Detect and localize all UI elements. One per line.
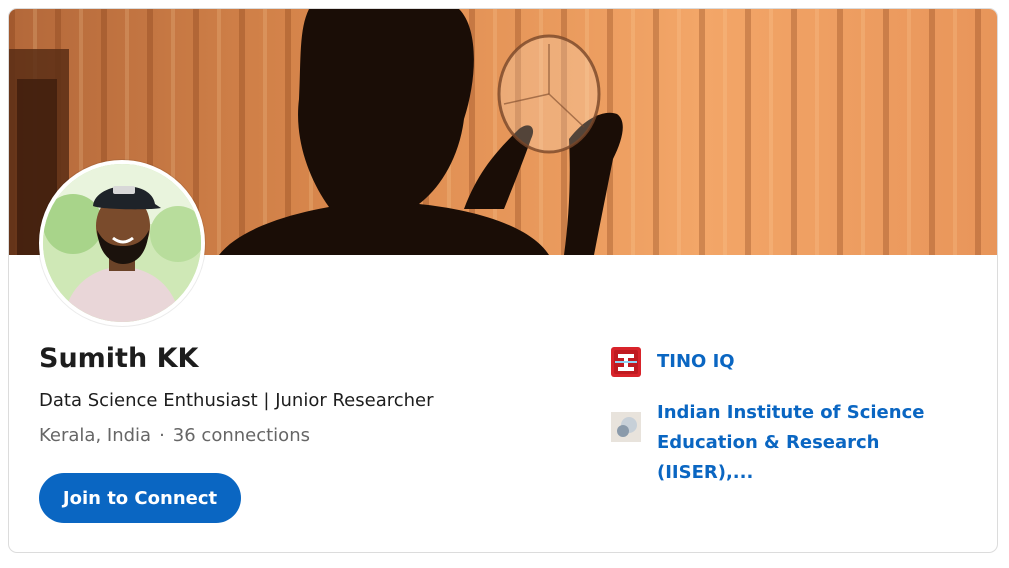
org-link-iiser[interactable]: Indian Institute of Science Education & … <box>611 402 957 488</box>
profile-headline: Data Science Enthusiast | Junior Researc… <box>39 390 434 411</box>
profile-avatar[interactable] <box>39 160 205 326</box>
profile-location: Kerala, India <box>39 425 152 446</box>
meta-separator: · <box>159 425 165 446</box>
profile-connections: 36 connections <box>172 425 310 446</box>
iiser-logo-icon <box>611 412 641 442</box>
profile-meta: Kerala, India · 36 connections <box>39 425 310 446</box>
profile-name: Sumith KK <box>39 343 199 374</box>
org-name: TINO IQ <box>657 351 735 372</box>
profile-card: Sumith KK Data Science Enthusiast | Juni… <box>8 8 998 553</box>
org-link-tino-iq[interactable]: TINO IQ <box>611 347 735 377</box>
tino-iq-logo-icon <box>611 347 641 377</box>
org-name: Indian Institute of Science Education & … <box>657 402 925 483</box>
join-to-connect-button[interactable]: Join to Connect <box>39 473 241 523</box>
